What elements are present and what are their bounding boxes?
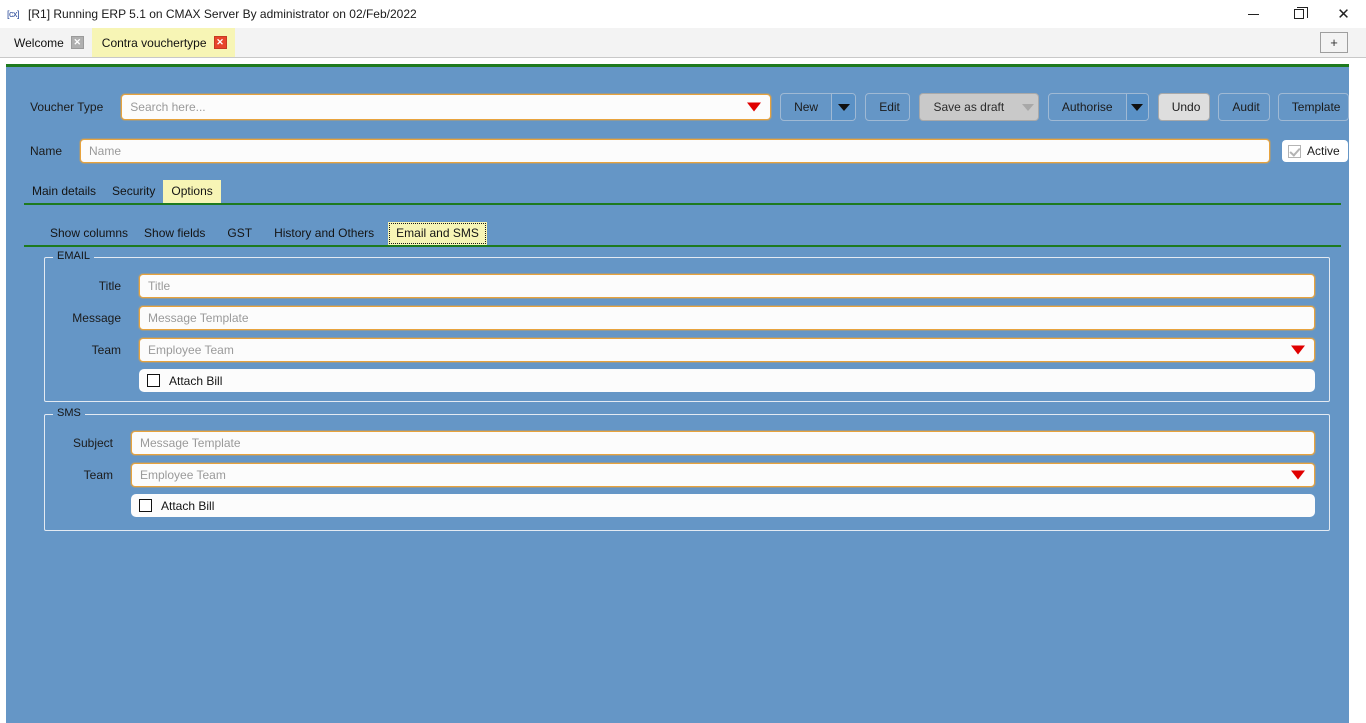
authorise-button[interactable]: Authorise [1048,93,1149,121]
email-fieldset: EMAIL Title Title Message Message Templa… [44,257,1330,402]
close-button[interactable]: ✕ [1321,0,1366,28]
subtab-email-and-sms[interactable]: Email and SMS [388,222,487,245]
edit-button-label: Edit [866,94,910,120]
app-tab-contra-vouchertype[interactable]: Contra vouchertype ✕ [92,28,235,57]
undo-button[interactable]: Undo [1158,93,1211,121]
email-team-row: Team Employee Team [59,338,1315,362]
sms-subject-label: Subject [59,436,113,450]
application-tabstrip: Welcome ✕ Contra vouchertype ✕ + [0,28,1366,58]
email-title-input[interactable]: Title [139,274,1315,298]
email-attach-bill-label: Attach Bill [169,374,222,388]
email-fieldset-legend: EMAIL [53,250,94,262]
email-team-placeholder: Employee Team [148,343,234,357]
audit-button[interactable]: Audit [1218,93,1269,121]
sms-subject-placeholder: Message Template [140,436,241,450]
email-attach-row: Attach Bill [59,369,1315,392]
subtab-show-columns[interactable]: Show columns [42,222,136,245]
app-tab-close-icon[interactable]: ✕ [71,36,84,49]
sms-team-input[interactable]: Employee Team [131,463,1315,487]
email-message-input[interactable]: Message Template [139,306,1315,330]
chevron-down-icon[interactable] [1291,471,1305,480]
subtab-history-and-others[interactable]: History and Others [266,222,382,245]
app-tab-label: Welcome [14,36,64,50]
voucher-type-placeholder: Search here... [130,100,205,114]
app-tab-close-icon[interactable]: ✕ [214,36,227,49]
window-title: [R1] Running ERP 5.1 on CMAX Server By a… [28,7,417,21]
chevron-down-icon [838,104,850,111]
name-label: Name [6,144,62,158]
new-button-label: New [781,94,831,120]
sms-attach-bill-container[interactable]: Attach Bill [131,494,1315,517]
sms-subject-row: Subject Message Template [59,431,1315,455]
email-attach-bill-container[interactable]: Attach Bill [139,369,1315,392]
save-as-draft-button-label: Save as draft [920,94,1017,120]
window-titlebar: [cx] [R1] Running ERP 5.1 on CMAX Server… [0,0,1366,28]
chevron-down-icon [1022,104,1034,111]
new-button-arrow[interactable] [831,94,855,120]
name-placeholder: Name [89,144,121,158]
sms-team-placeholder: Employee Team [140,468,226,482]
name-row: Name Name Active [6,139,1349,163]
email-team-label: Team [59,343,121,357]
audit-button-label: Audit [1219,94,1269,120]
content-outer: Voucher Type Search here... New Edit Sav… [0,58,1366,723]
sms-fieldset-legend: SMS [53,407,85,419]
maximize-button[interactable] [1276,0,1321,28]
minimize-button[interactable] [1231,0,1276,28]
active-checkbox-container[interactable]: Active [1282,140,1348,162]
new-button[interactable]: New [780,93,856,121]
app-tab-label: Contra vouchertype [102,36,207,50]
sms-fieldset: SMS Subject Message Template Team Employ… [44,414,1330,531]
email-team-input[interactable]: Employee Team [139,338,1315,362]
sub-tabs: Show columns Show fields GST History and… [24,221,1341,247]
sms-team-label: Team [59,468,113,482]
save-as-draft-button-arrow[interactable] [1017,94,1038,120]
subtab-show-fields[interactable]: Show fields [136,222,213,245]
sms-team-row: Team Employee Team [59,463,1315,487]
sms-attach-bill-checkbox[interactable] [139,499,152,512]
email-message-placeholder: Message Template [148,311,249,325]
name-input[interactable]: Name [80,139,1270,163]
tab-options[interactable]: Options [163,180,220,203]
sms-subject-input[interactable]: Message Template [131,431,1315,455]
chevron-down-icon [1131,104,1143,111]
active-label: Active [1307,144,1340,158]
main-tabs: Main details Security Options [24,179,1341,205]
maximize-icon [1294,9,1304,19]
email-message-label: Message [59,311,121,325]
email-attach-bill-checkbox[interactable] [147,374,160,387]
chevron-down-icon[interactable] [1291,346,1305,355]
new-tab-button[interactable]: + [1320,32,1348,53]
template-button-label: Template [1279,94,1349,120]
subtab-gst[interactable]: GST [219,222,260,245]
authorise-button-label: Authorise [1049,94,1126,120]
close-icon: ✕ [1337,7,1350,22]
authorise-button-arrow[interactable] [1126,94,1148,120]
tab-security[interactable]: Security [104,180,163,203]
app-tab-welcome[interactable]: Welcome ✕ [4,28,92,57]
window-controls: ✕ [1231,0,1366,28]
email-title-row: Title Title [59,274,1315,298]
save-as-draft-button[interactable]: Save as draft [919,93,1038,121]
sms-attach-bill-label: Attach Bill [161,499,214,513]
tab-main-details[interactable]: Main details [24,180,104,203]
voucher-type-row: Voucher Type Search here... New Edit Sav… [6,93,1349,121]
voucher-type-label: Voucher Type [6,100,103,114]
active-checkbox[interactable] [1288,145,1301,158]
voucher-type-input[interactable]: Search here... [121,94,771,120]
email-title-placeholder: Title [148,279,170,293]
template-button[interactable]: Template [1278,93,1349,121]
app-icon: [cx] [7,9,19,19]
edit-button[interactable]: Edit [865,93,910,121]
undo-button-label: Undo [1159,94,1211,120]
form-panel: Voucher Type Search here... New Edit Sav… [6,64,1349,723]
minimize-icon [1248,14,1259,15]
email-title-label: Title [59,279,121,293]
sms-attach-row: Attach Bill [59,494,1315,517]
email-message-row: Message Message Template [59,306,1315,330]
chevron-down-icon[interactable] [747,103,761,112]
